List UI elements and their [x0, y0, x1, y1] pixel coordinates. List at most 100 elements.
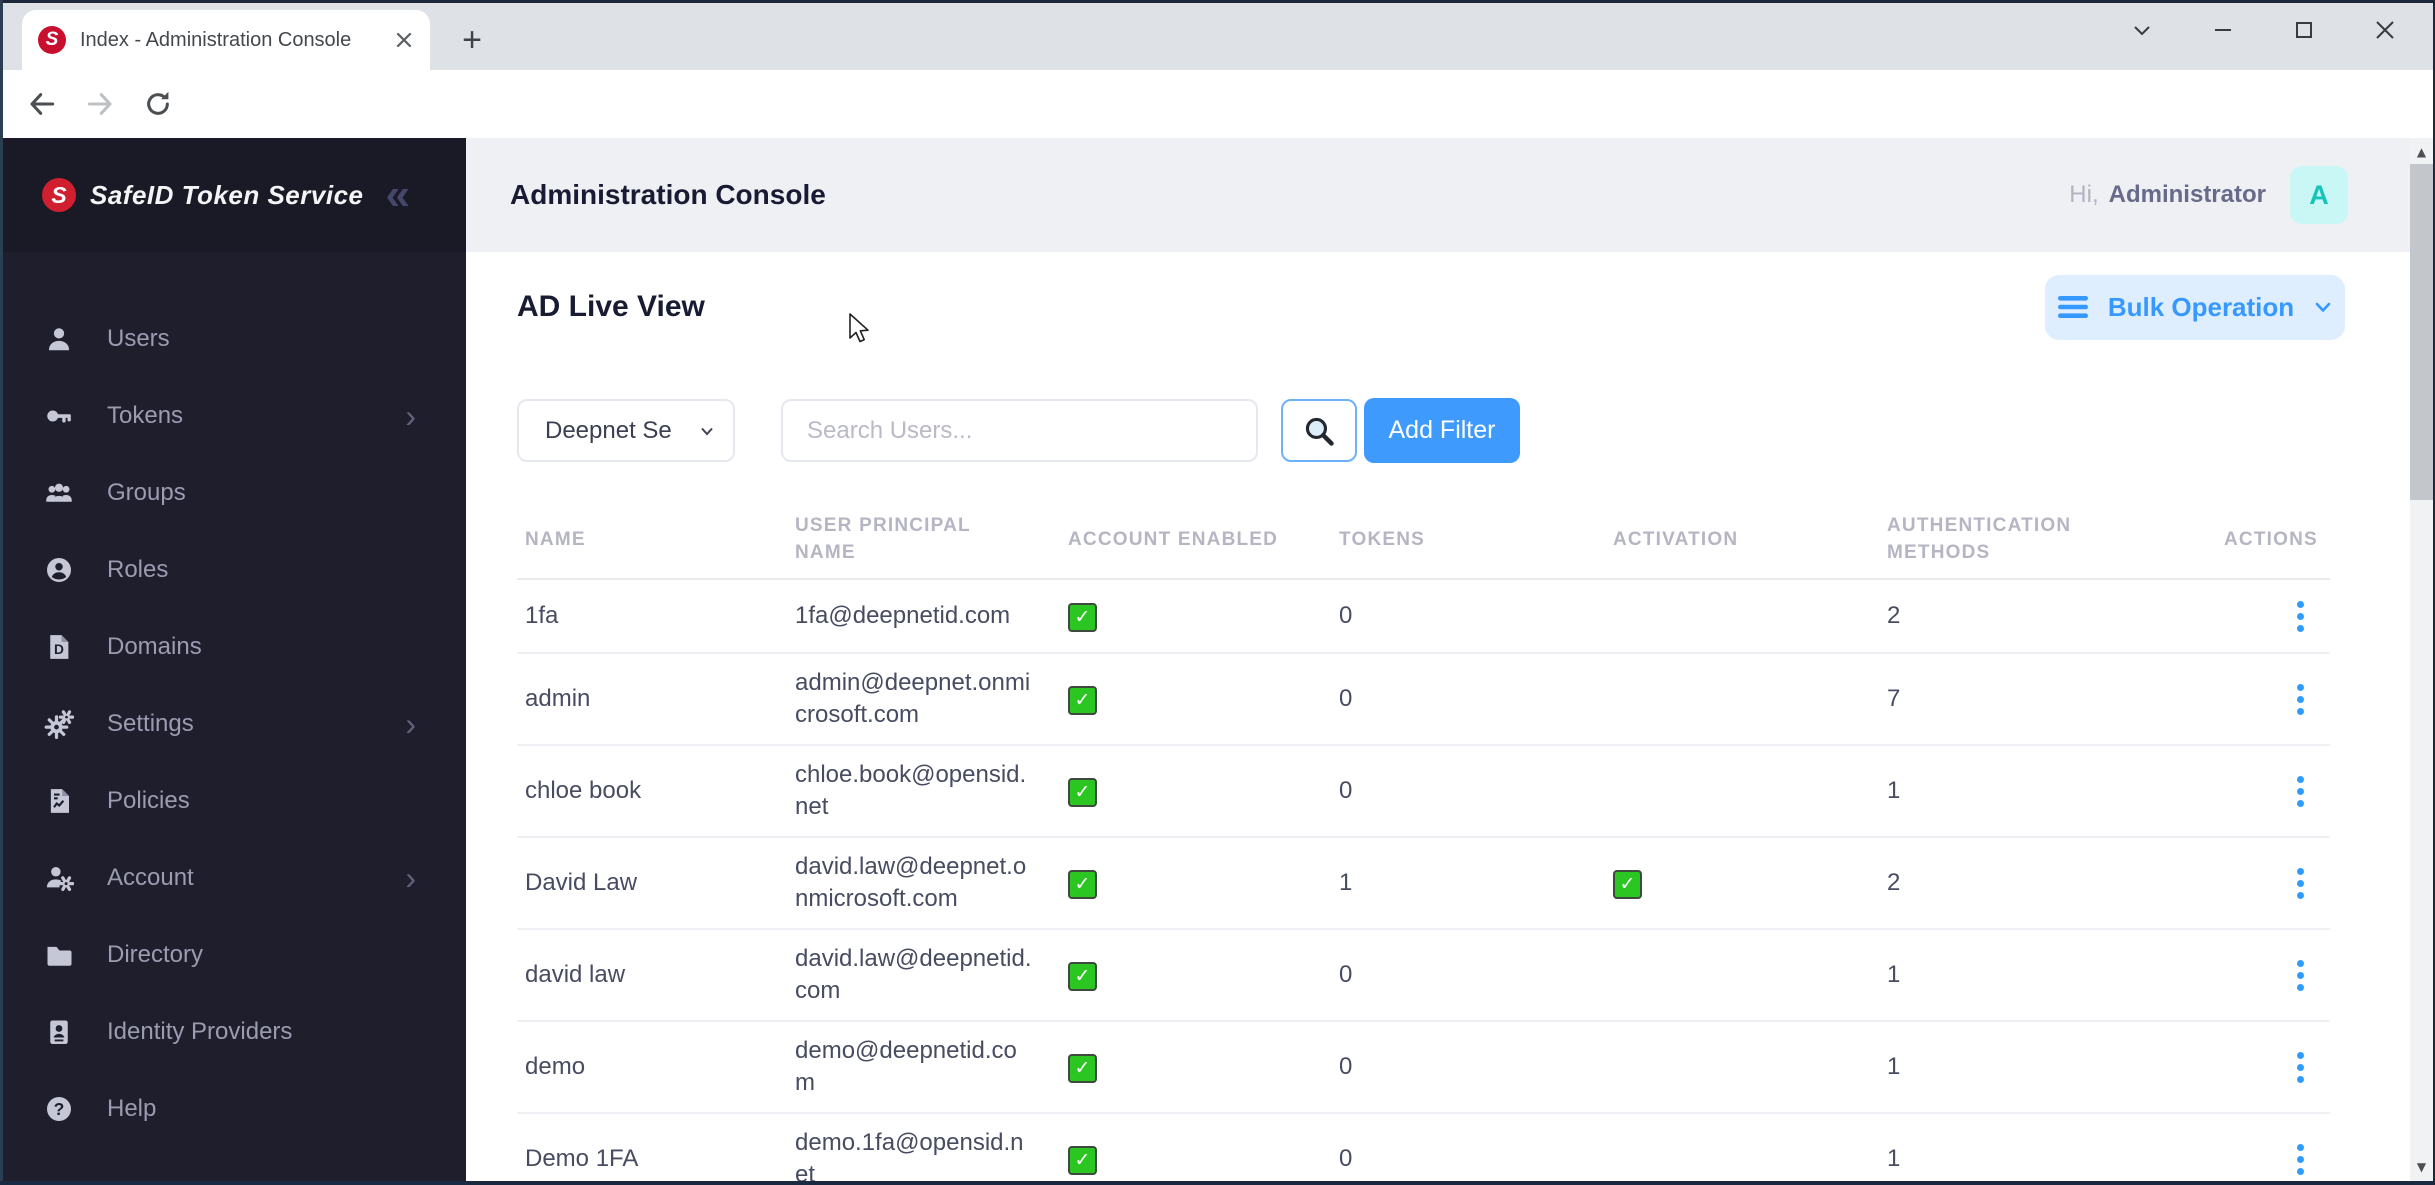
user-principal-name: chloe.book@opensid.net	[795, 761, 1027, 820]
auth-methods-count: 7	[1887, 685, 1901, 712]
user-principal-name: 1fa@deepnetid.com	[795, 602, 1011, 629]
row-actions-kebab-icon[interactable]	[2293, 1048, 2308, 1087]
window-controls	[2101, 3, 2425, 57]
sidebar-item-directory[interactable]: Directory	[0, 916, 466, 993]
select-chevron-icon	[701, 427, 713, 435]
tab-close-icon[interactable]	[394, 30, 414, 50]
forward-icon[interactable]	[84, 88, 116, 120]
chevron-right-icon: ›	[405, 705, 416, 742]
column-header: ACCOUNT ENABLED	[1068, 528, 1279, 550]
row-actions-kebab-icon[interactable]	[2293, 680, 2308, 719]
tab-title: Index - Administration Console	[80, 28, 352, 51]
row-actions-kebab-icon[interactable]	[2293, 1140, 2308, 1179]
add-filter-button[interactable]: Add Filter	[1364, 398, 1520, 463]
sidebar-item-settings[interactable]: Settings ›	[0, 685, 466, 762]
auth-methods-count: 1	[1887, 1145, 1901, 1172]
users-table: NAME USER PRINCIPAL NAME ACCOUNT ENABLED TO…	[517, 500, 2330, 1181]
tab-search-chevron-icon[interactable]	[2101, 3, 2182, 57]
row-actions-kebab-icon[interactable]	[2293, 956, 2308, 995]
sidebar-item-identity-providers[interactable]: Identity Providers	[0, 993, 466, 1070]
search-button[interactable]	[1281, 399, 1357, 462]
svg-text:?: ?	[54, 1099, 65, 1119]
column-header: ACTIONS	[2224, 528, 2318, 550]
user-name: Demo 1FA	[525, 1145, 639, 1172]
chevron-down-icon	[2315, 302, 2331, 312]
account-enabled-checkbox-cell: ✓	[1060, 670, 1331, 728]
row-actions-kebab-icon[interactable]	[2293, 597, 2308, 636]
sidebar-item-label: Settings	[107, 709, 194, 737]
safeid-favicon-icon: S	[38, 26, 66, 54]
back-icon[interactable]	[26, 88, 58, 120]
actions-cell	[2216, 1035, 2330, 1100]
column-header: TOKENS	[1339, 528, 1426, 550]
sidebar-item-account[interactable]: Account ›	[0, 839, 466, 916]
user-principal-name: david.law@deepnet.onmicrosoft.com	[795, 853, 1027, 912]
page-title: AD Live View	[517, 290, 705, 323]
minimize-button[interactable]	[2182, 3, 2263, 57]
activation-checkbox[interactable]: ✓	[1613, 869, 1642, 899]
search-users-input[interactable]	[781, 399, 1258, 462]
identity-source-select[interactable]: Deepnet Se	[517, 399, 735, 462]
svg-text:D: D	[54, 641, 64, 656]
account-enabled-checkbox-cell: ✓	[1060, 854, 1331, 912]
tokens-count: 0	[1339, 777, 1353, 804]
sidebar-item-groups[interactable]: Groups	[0, 454, 466, 531]
auth-methods-count: 2	[1887, 602, 1901, 629]
table-row: chloe book chloe.book@opensid.net ✓ 0 1	[517, 746, 2330, 838]
sidebar-item-tokens[interactable]: Tokens ›	[0, 377, 466, 454]
brand-name: SafeID Token Service	[90, 179, 364, 210]
row-actions-kebab-icon[interactable]	[2293, 864, 2308, 903]
maximize-button[interactable]	[2263, 3, 2344, 57]
avatar[interactable]: A	[2290, 166, 2348, 224]
scroll-down-icon[interactable]: ▼	[2410, 1155, 2433, 1179]
bulk-operation-button[interactable]: Bulk Operation	[2045, 274, 2345, 340]
page-scrollbar[interactable]: ▲ ▼	[2410, 138, 2433, 1181]
account-enabled-checkbox[interactable]: ✓	[1068, 869, 1097, 899]
sidebar-collapse-icon[interactable]: «	[386, 173, 410, 217]
activation-checkbox-cell	[1605, 1146, 1879, 1172]
sidebar-item-users[interactable]: Users	[0, 300, 466, 377]
account-enabled-checkbox[interactable]: ✓	[1068, 961, 1097, 991]
column-header: AUTHENTICATION METHODS	[1887, 515, 2072, 563]
auth-methods-count: 1	[1887, 961, 1901, 988]
table-row: demo demo@deepnetid.com ✓ 0 1	[517, 1022, 2330, 1114]
tokens-count: 0	[1339, 602, 1353, 629]
new-tab-button[interactable]: +	[452, 20, 492, 60]
chevron-right-icon: ›	[405, 859, 416, 896]
bulk-operation-label: Bulk Operation	[2107, 291, 2295, 322]
user-principal-name: david.law@deepnetid.com	[795, 945, 1032, 1004]
row-actions-kebab-icon[interactable]	[2293, 772, 2308, 811]
account-enabled-checkbox[interactable]: ✓	[1068, 685, 1097, 715]
actions-cell	[2216, 667, 2330, 732]
account-enabled-checkbox-cell: ✓	[1060, 762, 1331, 820]
window-border-top	[0, 0, 2435, 3]
role-icon	[44, 555, 74, 585]
actions-cell	[2216, 943, 2330, 1008]
table-header-row: NAME USER PRINCIPAL NAME ACCOUNT ENABLED TO…	[517, 500, 2330, 580]
reload-icon[interactable]	[142, 88, 174, 120]
folder-icon	[44, 940, 74, 970]
scroll-up-icon[interactable]: ▲	[2410, 140, 2433, 164]
user-principal-name: admin@deepnet.onmicrosoft.com	[795, 669, 1031, 728]
sidebar-item-policies[interactable]: Policies	[0, 762, 466, 839]
scrollbar-thumb[interactable]	[2410, 164, 2433, 500]
sidebar-item-domains[interactable]: D Domains	[0, 608, 466, 685]
user-name: david law	[525, 961, 626, 988]
sidebar-header: S SafeID Token Service «	[0, 138, 466, 252]
account-enabled-checkbox[interactable]: ✓	[1068, 602, 1097, 632]
app-header: Administration Console Hi, Administrator…	[466, 138, 2410, 252]
sidebar-item-roles[interactable]: Roles	[0, 531, 466, 608]
sidebar-item-label: Roles	[107, 555, 169, 583]
account-enabled-checkbox-cell: ✓	[1060, 1130, 1331, 1181]
account-enabled-checkbox[interactable]: ✓	[1068, 1145, 1097, 1175]
sidebar-item-label: Policies	[107, 786, 190, 814]
user-principal-name: demo@deepnetid.com	[795, 1037, 1017, 1096]
account-enabled-checkbox-cell: ✓	[1060, 587, 1331, 645]
browser-tab[interactable]: S Index - Administration Console	[22, 10, 430, 70]
account-enabled-checkbox[interactable]: ✓	[1068, 777, 1097, 807]
sidebar-item-help[interactable]: ? Help	[0, 1070, 466, 1147]
account-enabled-checkbox[interactable]: ✓	[1068, 1053, 1097, 1083]
table-body: 1fa 1fa@deepnetid.com ✓ 0 2 admin admin@deepne…	[517, 580, 2330, 1181]
actions-cell	[2216, 1127, 2330, 1182]
close-button[interactable]	[2344, 3, 2425, 57]
